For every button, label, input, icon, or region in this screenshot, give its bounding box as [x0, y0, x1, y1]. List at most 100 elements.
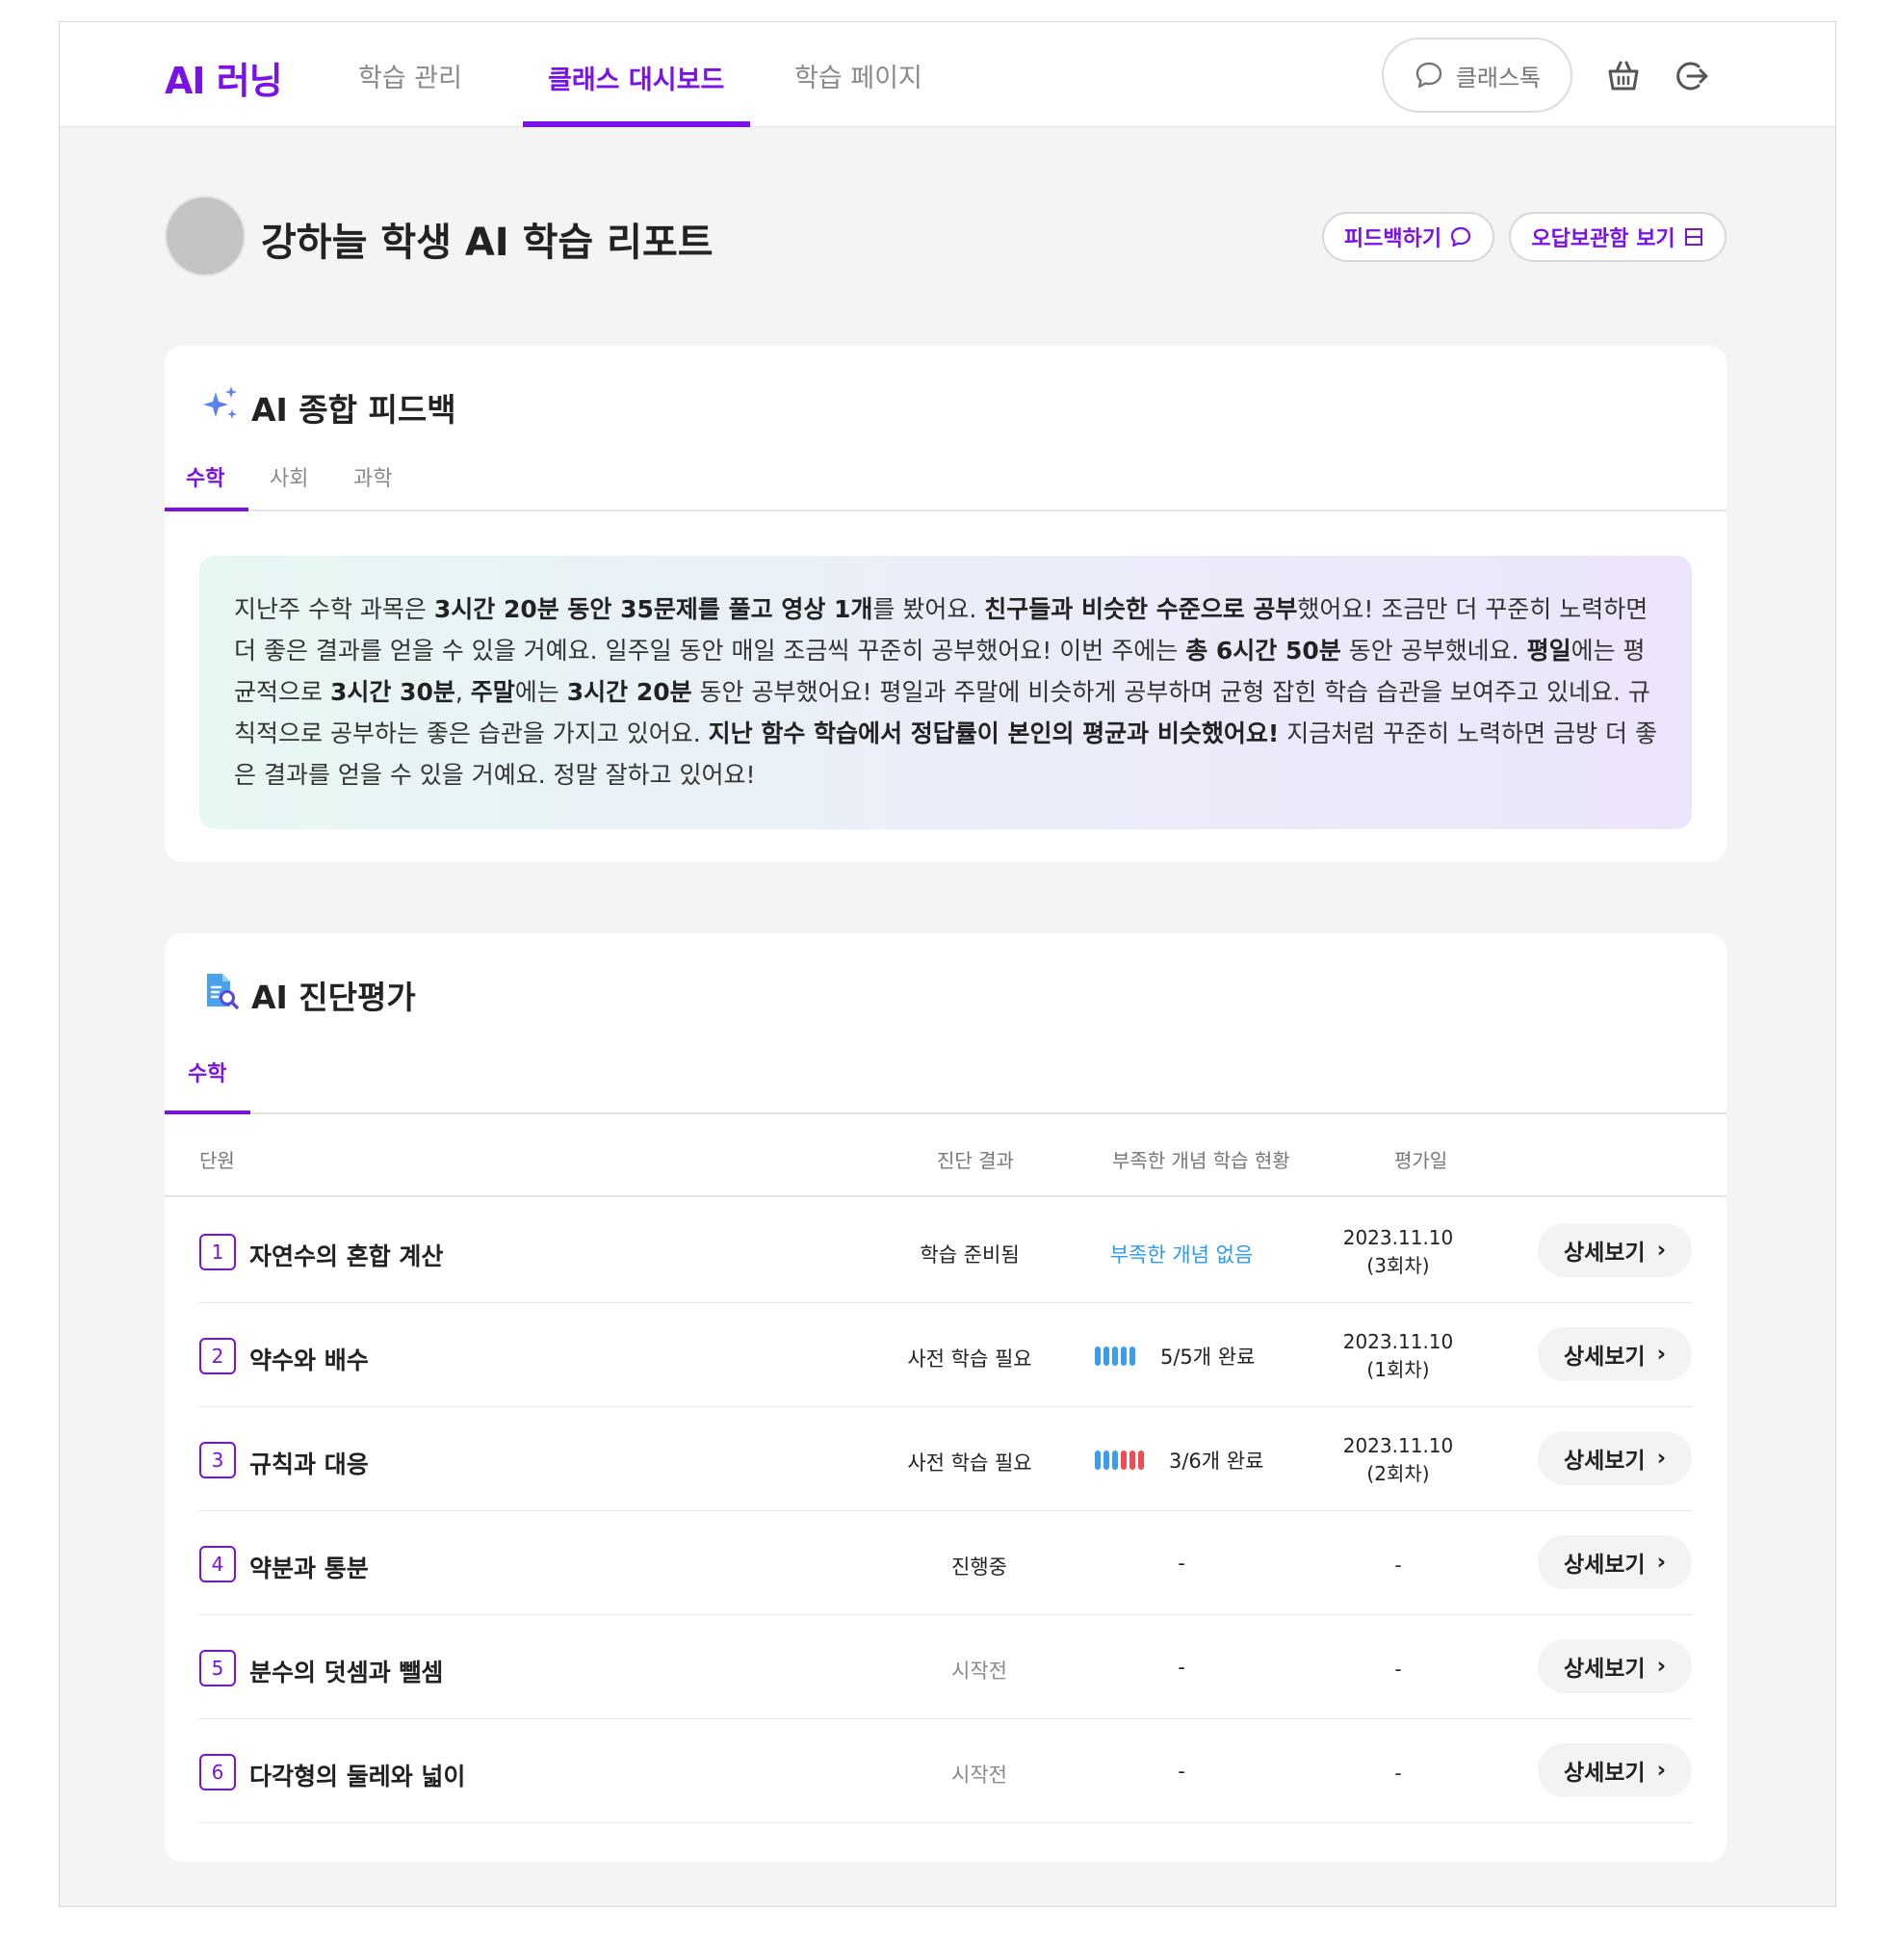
concept-status: 부족한 개념 없음	[1109, 1243, 1254, 1267]
diagnosis-result: 시작전	[951, 1764, 1007, 1787]
wrong-answer-box-button[interactable]: 오답보관함 보기	[1509, 212, 1726, 262]
concept-status: -	[1178, 1656, 1185, 1679]
col-eval-date: 평가일	[1394, 1149, 1448, 1172]
progress-bars	[1095, 1346, 1135, 1366]
progress-bar-segment	[1112, 1346, 1118, 1366]
diagnosis-subject-tabs: 수학	[165, 1041, 1726, 1114]
unit-number: 3	[199, 1442, 236, 1478]
unit-name: 다각형의 둘레와 넓이	[249, 1763, 466, 1790]
detail-button[interactable]: 상세보기 ›	[1538, 1431, 1692, 1485]
detail-button[interactable]: 상세보기 ›	[1538, 1535, 1692, 1589]
unit-number: 4	[199, 1546, 236, 1582]
eval-date: 2023.11.10 (1회차)	[1342, 1330, 1454, 1381]
progress-bar-segment	[1129, 1346, 1135, 1366]
chevron-right-icon: ›	[1656, 1758, 1667, 1783]
unit-number: 5	[199, 1650, 236, 1686]
diagnosis-result: 학습 준비됨	[920, 1243, 1020, 1267]
progress-bar-segment	[1103, 1346, 1109, 1366]
progress-bar-segment	[1095, 1346, 1101, 1366]
ai-feedback-title: AI 종합 피드백	[251, 391, 456, 429]
progress-bar-segment	[1103, 1450, 1109, 1470]
eval-date: 2023.11.10 (3회차)	[1342, 1226, 1454, 1277]
concept-status: -	[1178, 1552, 1185, 1575]
eval-date: -	[1394, 1762, 1402, 1785]
concept-status: -	[1178, 1760, 1185, 1783]
table-row: 2 약수와 배수 사전 학습 필요 5/5개 완료 2023.11.10 (1회차…	[199, 1303, 1692, 1407]
diagnosis-result: 시작전	[951, 1659, 1007, 1683]
eval-date: -	[1394, 1554, 1402, 1577]
tab-active-indicator	[165, 508, 248, 511]
feedback-subject-tabs: 수학 사회 과학	[165, 454, 1726, 511]
progress-bar-segment	[1129, 1450, 1135, 1470]
chevron-right-icon: ›	[1656, 1550, 1667, 1575]
unit-name: 분수의 덧셈과 뺄셈	[249, 1659, 444, 1686]
progress-text: 3/6개 완료	[1169, 1450, 1264, 1473]
chat-icon	[1415, 62, 1442, 89]
progress-bar-segment	[1138, 1450, 1144, 1470]
detail-button[interactable]: 상세보기 ›	[1538, 1639, 1692, 1693]
progress-text: 5/5개 완료	[1160, 1346, 1256, 1369]
chevron-right-icon: ›	[1656, 1342, 1667, 1367]
table-row: 6 다각형의 둘레와 넓이 시작전 - - 상세보기 ›	[199, 1719, 1692, 1823]
nav-learning-management[interactable]: 학습 관리	[358, 57, 462, 94]
tab-science[interactable]: 과학	[353, 461, 392, 492]
progress-bar-segment	[1121, 1346, 1127, 1366]
col-result: 진단 결과	[937, 1149, 1014, 1172]
detail-button[interactable]: 상세보기 ›	[1538, 1743, 1692, 1797]
chevron-right-icon: ›	[1656, 1238, 1667, 1263]
feedback-summary-text: 지난주 수학 과목은 3시간 20분 동안 35문제를 풀고 영상 1개를 봤어…	[199, 556, 1692, 829]
progress-bar-segment	[1112, 1450, 1118, 1470]
app-window: AI 러닝 학습 관리 클래스 대시보드 학습 페이지 클래스톡 강하늘 학생 …	[59, 21, 1836, 1907]
table-row: 4 약분과 통분 진행중 - - 상세보기 ›	[199, 1511, 1692, 1615]
class-talk-button[interactable]: 클래스톡	[1382, 38, 1572, 113]
tab-math[interactable]: 수학	[186, 461, 224, 492]
diagnosis-result: 사전 학습 필요	[907, 1347, 1032, 1371]
detail-button[interactable]: 상세보기 ›	[1538, 1327, 1692, 1381]
chevron-right-icon: ›	[1656, 1654, 1667, 1679]
nav-active-indicator	[523, 121, 750, 127]
ai-diagnosis-title: AI 진단평가	[251, 979, 416, 1016]
nav-class-dashboard[interactable]: 클래스 대시보드	[548, 59, 724, 96]
eval-date: 2023.11.10 (2회차)	[1342, 1434, 1454, 1485]
feedback-button[interactable]: 피드백하기	[1322, 212, 1494, 262]
concept-progress: 5/5개 완료	[1095, 1342, 1255, 1371]
unit-number: 1	[199, 1234, 236, 1270]
document-search-icon	[207, 974, 239, 1009]
nav-learning-page[interactable]: 학습 페이지	[794, 57, 922, 94]
unit-number: 6	[199, 1754, 236, 1790]
table-row: 1 자연수의 혼합 계산 학습 준비됨 부족한 개념 없음 2023.11.10…	[199, 1199, 1692, 1303]
unit-name: 자연수의 혼합 계산	[249, 1242, 444, 1270]
sparkle-icon	[203, 386, 237, 419]
col-unit: 단원	[199, 1149, 235, 1172]
ai-feedback-card: AI 종합 피드백 수학 사회 과학 지난주 수학 과목은 3시간 20분 동안…	[165, 346, 1726, 862]
table-header: 단원 진단 결과 부족한 개념 학습 현황 평가일	[165, 1114, 1726, 1197]
class-talk-label: 클래스톡	[1455, 64, 1542, 91]
eval-date: -	[1394, 1658, 1402, 1681]
unit-number: 2	[199, 1338, 236, 1374]
table-row: 3 규칙과 대응 사전 학습 필요 3/6개 완료 2023.11.10 (2회차…	[199, 1407, 1692, 1511]
wrong-answer-box-label: 오답보관함 보기	[1531, 227, 1675, 251]
feedback-button-label: 피드백하기	[1343, 227, 1442, 251]
concept-progress: 3/6개 완료	[1095, 1446, 1263, 1475]
unit-name: 규칙과 대응	[249, 1450, 369, 1478]
chat-icon	[1450, 226, 1471, 248]
ai-diagnosis-card: AI 진단평가 수학 단원 진단 결과 부족한 개념 학습 현황 평가일 1 자…	[165, 933, 1726, 1862]
student-avatar	[165, 196, 246, 276]
table-row: 5 분수의 덧셈과 뺄셈 시작전 - - 상세보기 ›	[199, 1615, 1692, 1719]
diagnosis-result: 사전 학습 필요	[907, 1451, 1032, 1475]
tab-social[interactable]: 사회	[270, 461, 308, 492]
detail-button[interactable]: 상세보기 ›	[1538, 1223, 1692, 1277]
progress-bars	[1095, 1450, 1144, 1470]
progress-bar-segment	[1095, 1450, 1101, 1470]
tab-math[interactable]: 수학	[188, 1057, 226, 1087]
unit-name: 약수와 배수	[249, 1346, 369, 1374]
basket-icon[interactable]	[1604, 57, 1643, 95]
app-logo[interactable]: AI 러닝	[165, 51, 283, 104]
logout-icon[interactable]	[1673, 57, 1711, 95]
progress-bar-segment	[1121, 1450, 1127, 1470]
page-title: 강하늘 학생 AI 학습 리포트	[261, 221, 714, 265]
unit-name: 약분과 통분	[249, 1555, 369, 1582]
col-concept-progress: 부족한 개념 학습 현황	[1112, 1149, 1290, 1172]
top-header: AI 러닝 학습 관리 클래스 대시보드 학습 페이지 클래스톡	[60, 22, 1835, 127]
diagnosis-result: 진행중	[951, 1555, 1007, 1579]
